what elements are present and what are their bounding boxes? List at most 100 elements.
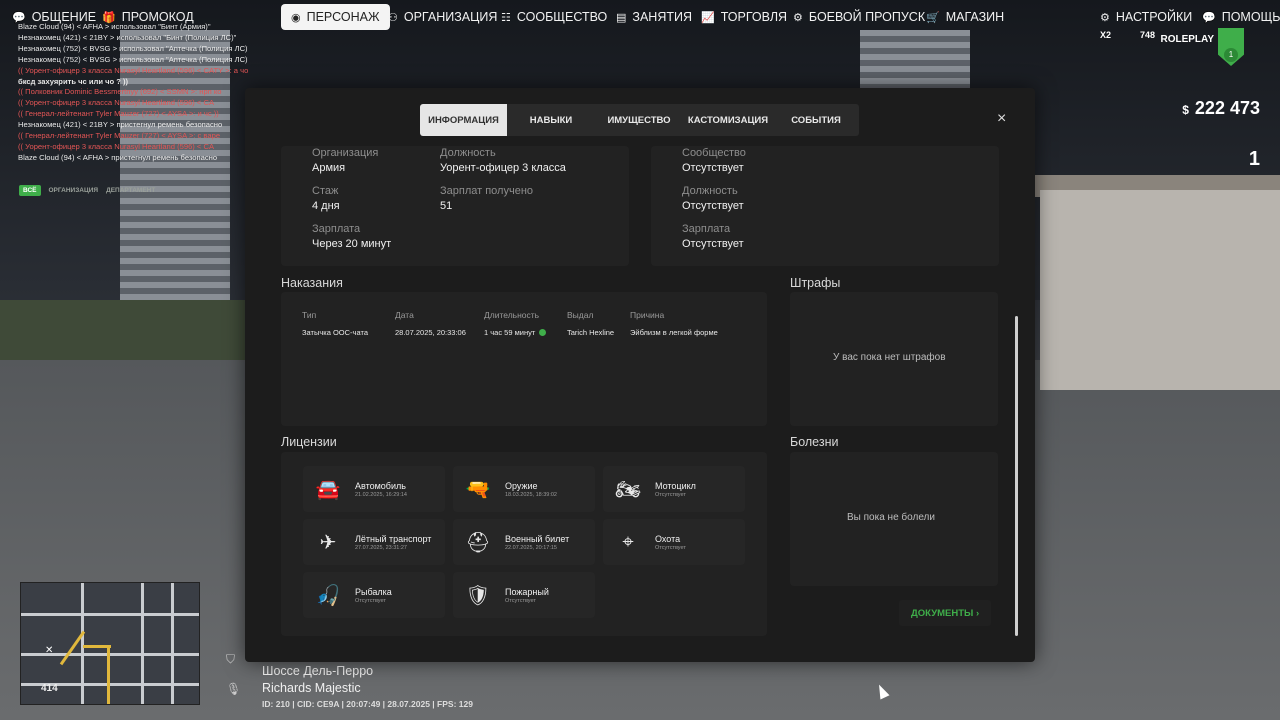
modal-tabs: ИНФОРМАЦИЯ НАВЫКИ ИМУЩЕСТВО КАСТОМИЗАЦИЯ… (420, 104, 859, 136)
help-icon: 💬 (1202, 11, 1216, 24)
chat-line: Незнакомец (421) < 21BY > пристегнул рем… (18, 120, 223, 130)
nav-organization[interactable]: ⚇ ОРГАНИЗАЦИЯ (388, 4, 497, 30)
user-circle-icon: ◉ (291, 11, 301, 24)
nav-community[interactable]: ☷ СООБЩЕСТВО (501, 4, 607, 30)
col-issuer: Выдал (567, 310, 594, 320)
punishment-issuer: Tarich Hexline (567, 328, 615, 337)
license-car: 🚘 Автомобиль 21.02.2025, 16:29:14 (303, 466, 445, 512)
online-count: 748 (1140, 30, 1156, 40)
grass (0, 300, 260, 360)
tab-skills[interactable]: НАВЫКИ (507, 104, 595, 136)
location-icons: ⛉ 🎙 (226, 652, 242, 712)
wanted-level: 1 (1248, 148, 1260, 170)
position-value: Уорент-офицер 3 класса (440, 162, 566, 174)
chat-line: (( Уорент-офицер 3 класса Nurasyl Heartl… (18, 98, 215, 108)
salary-value: Через 20 минут (312, 238, 392, 250)
chat-line: Незнакомец (752) < BVSG > использовал "А… (18, 43, 248, 53)
community-value: Отсутствует (682, 162, 744, 174)
org-label: Организация (312, 147, 379, 159)
chat-tab-organization[interactable]: ОРГАНИЗАЦИЯ (49, 187, 99, 194)
col-reason: Причина (630, 310, 665, 320)
chat-line: (( Уорент-офицер 3 класса Nurasyl Heartl… (18, 141, 215, 151)
nav-character[interactable]: ◉ ПЕРСОНАЖ (281, 4, 390, 30)
nav-activities[interactable]: ▤ ЗАНЯТИЯ (616, 4, 692, 30)
clipboard-icon: ▤ (616, 11, 627, 24)
punishment-date: 28.07.2025, 20:33:06 (395, 328, 466, 337)
house-wall (1040, 190, 1280, 390)
session-stats: ID: 210 | CID: CE9A | 20:07:49 | 28.07.2… (262, 699, 473, 709)
modal-scrollbar[interactable] (1015, 316, 1018, 636)
chat-tab-department[interactable]: ДЕПАРТАМЕНТ (106, 187, 155, 194)
tab-customization[interactable]: КАСТОМИЗАЦИЯ (683, 104, 773, 136)
street-name: Шоссе Дель-Перро (262, 664, 374, 678)
community-salary-label: Зарплата (682, 223, 731, 235)
fines-title: Штрафы (790, 276, 841, 290)
punishment-reason: Эйблизм в легкой форме (630, 328, 718, 337)
dollar-icon: $ (1182, 103, 1189, 117)
tab-property[interactable]: ИМУЩЕСТВО (595, 104, 683, 136)
chat-line: (( Полковник Dominic Bessmertnyy (692) <… (18, 87, 222, 97)
nav-battle-pass[interactable]: ⚙ БОЕВОЙ ПРОПУСК (793, 4, 925, 30)
brand-name: ROLEPLAY (1160, 34, 1214, 45)
nav-help[interactable]: 💬 ПОМОЩЬ (1202, 4, 1280, 30)
tab-information[interactable]: ИНФОРМАЦИЯ (420, 104, 507, 136)
chat-tabs: ВСЁ ОРГАНИЗАЦИЯ ДЕПАРТАМЕНТ (19, 185, 155, 196)
cart-icon: 🛒 (926, 11, 940, 24)
community-position-label: Должность (682, 185, 738, 197)
chat-line: (( Генерал-лейтенант Tyler Mauzer (727) … (18, 109, 219, 119)
license-weapon: 🔫 Оружие 18.03.2025, 18:39:02 (453, 466, 595, 512)
punishment-type: Затычка OOC-чата (302, 328, 368, 337)
x2-badge: X2 (1100, 30, 1112, 40)
salary-label: Зарплата (312, 223, 361, 235)
col-type: Тип (302, 310, 317, 320)
chat-line: Blaze Cloud (94) < AFHA > использовал "Б… (18, 22, 211, 31)
tab-events[interactable]: СОБЫТИЯ (773, 104, 859, 136)
community-position-value: Отсутствует (682, 200, 744, 212)
gear-icon: ⚙ (793, 11, 803, 24)
chat-line: бксд захуярить чс или чо ? )) (18, 76, 129, 86)
car-icon: 🚘 (315, 478, 341, 501)
money-amount: 222 473 (1194, 98, 1260, 118)
fish-hook-icon: 🎣 (315, 584, 341, 607)
nav-trading[interactable]: 📈 ТОРГОВЛЯ (701, 4, 787, 30)
settings-icon: ⚙ (1100, 11, 1110, 24)
motorcycle-icon: 🏍 (615, 478, 641, 501)
license-firefighter: 🛡 Пожарный Отсутствует (453, 572, 595, 618)
salaries-received-value: 51 (440, 200, 453, 212)
nav-shop[interactable]: 🛒 МАГАЗИН (926, 4, 1004, 30)
community-icon: ☷ (501, 11, 511, 24)
chat-tab-all[interactable]: ВСЁ (19, 185, 41, 196)
stage-label: Стаж (312, 185, 339, 197)
licenses-title: Лицензии (281, 435, 337, 449)
org-value: Армия (312, 162, 346, 174)
fines-empty: У вас пока нет штрафов (833, 352, 946, 363)
level-badge: 1 (1224, 48, 1238, 62)
punishment-duration-cell: 1 час 59 минут (484, 328, 547, 337)
license-military: ⛑ Военный билет 22.07.2025, 20:17:15 (453, 519, 595, 565)
col-duration: Длительность (484, 310, 540, 320)
chat-line: (( Уорент-офицер 3 класса Nurasyl Heartl… (18, 65, 248, 75)
close-icon[interactable]: × (997, 110, 1006, 128)
money-display: $ 222 473 (1182, 98, 1260, 119)
minimap: ✕ 414 (20, 582, 200, 705)
salaries-received-label: Зарплат получено (440, 185, 534, 197)
server-logo: X2 748 ROLEPLAY 1 (1100, 28, 1250, 68)
community-label: Сообщество (682, 147, 746, 159)
chat-line: (( Генерал-лейтенант Tyler Mauzer (727) … (18, 131, 221, 141)
documents-button[interactable]: ДОКУМЕНТЫ › (899, 600, 992, 626)
chat-line: Blaze Cloud (94) < AFHA > пристегнул рем… (18, 152, 218, 162)
license-fishing: 🎣 Рыбалка Отсутствует (303, 572, 445, 618)
chat-line: Незнакомец (421) < 21BY > использовал "Б… (18, 32, 237, 42)
illnesses-title: Болезни (790, 435, 839, 449)
chat-log: Blaze Cloud (94) < AFHA > использовал "Б… (18, 22, 248, 172)
chat-line: Незнакомец (752) < BVSG > использовал "А… (18, 54, 248, 64)
punishment-duration: 1 час 59 минут (484, 328, 536, 337)
license-air: ✈ Лётный транспорт 27.07.2025, 23:31:27 (303, 519, 445, 565)
fire-shield-icon: 🛡 (465, 584, 491, 607)
stage-value: 4 дня (312, 200, 340, 212)
chart-icon: 📈 (701, 11, 715, 24)
location-pin-icon: ⛉ (226, 652, 236, 666)
character-modal: ИНФОРМАЦИЯ НАВЫКИ ИМУЩЕСТВО КАСТОМИЗАЦИЯ… (245, 88, 1035, 662)
nav-settings[interactable]: ⚙ НАСТРОЙКИ (1100, 4, 1192, 30)
map-street (81, 583, 84, 704)
